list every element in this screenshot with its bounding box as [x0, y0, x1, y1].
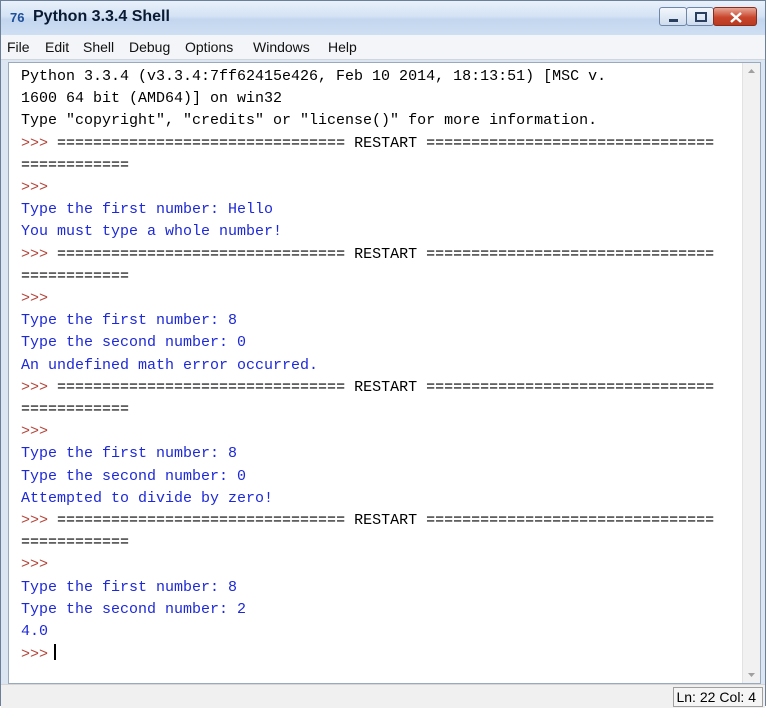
shell-line: 4.0	[21, 623, 49, 640]
shell-line: ============	[21, 534, 130, 552]
shell-prompt-line: >>>	[21, 644, 57, 664]
shell-line: >>> ================================ RES…	[21, 134, 715, 152]
menu-options[interactable]: Options	[185, 39, 233, 55]
idle-shell-window: 76 Python 3.3.4 Shell File Edit Shell De…	[0, 0, 766, 708]
window-title: Python 3.3.4 Shell	[33, 8, 170, 25]
shell-line: You must type a whole number!	[21, 223, 283, 241]
shell-line: >>> ================================ RES…	[21, 378, 715, 396]
line-indicator: Ln: 22	[676, 689, 716, 705]
status-bar: Ln: 22 Col: 4	[1, 684, 765, 708]
title-bar[interactable]: 76 Python 3.3.4 Shell	[1, 1, 765, 36]
shell-line: Type the second number: 0	[21, 467, 247, 485]
close-icon	[730, 12, 742, 23]
menu-help[interactable]: Help	[328, 39, 357, 55]
menu-file[interactable]: File	[7, 39, 30, 55]
menu-debug[interactable]: Debug	[129, 39, 170, 55]
python-app-icon: 76	[10, 9, 30, 27]
shell-line: Type the first number: 8	[21, 578, 238, 596]
maximize-button[interactable]	[686, 7, 714, 26]
shell-prompt-line: >>>	[21, 556, 49, 574]
shell-text-area[interactable]: Python 3.3.4 (v3.3.4:7ff62415e426, Feb 1…	[8, 62, 761, 684]
column-indicator: Col: 4	[719, 689, 756, 705]
menu-shell[interactable]: Shell	[83, 39, 114, 55]
shell-line: Python 3.3.4 (v3.3.4:7ff62415e426, Feb 1…	[21, 68, 607, 85]
shell-prompt-line: >>>	[21, 423, 49, 441]
shell-line: Attempted to divide by zero!	[21, 489, 274, 507]
scroll-up-icon	[748, 69, 755, 73]
vertical-scrollbar[interactable]	[742, 63, 760, 683]
cursor-position: Ln: 22 Col: 4	[673, 687, 763, 707]
shell-line: ============	[21, 156, 130, 174]
shell-line: 1600 64 bit (AMD64)] on win32	[21, 90, 283, 108]
scroll-down-button[interactable]	[743, 666, 760, 683]
minimize-button[interactable]	[659, 7, 687, 26]
menu-windows[interactable]: Windows	[253, 39, 310, 55]
shell-line: >>> ================================ RES…	[21, 512, 715, 529]
shell-line: Type the second number: 0	[21, 334, 247, 352]
shell-line: Type the first number: Hello	[21, 201, 274, 219]
shell-line: An undefined math error occurred.	[21, 356, 319, 374]
shell-prompt-line: >>>	[21, 179, 49, 196]
menu-bar: File Edit Shell Debug Options Windows He…	[1, 35, 765, 60]
text-cursor	[54, 644, 57, 661]
shell-prompt-line: >>>	[21, 290, 49, 307]
shell-line: Type "copyright", "credits" or "license(…	[21, 112, 598, 130]
shell-line: Type the first number: 8	[21, 312, 238, 330]
scroll-down-icon	[748, 673, 755, 677]
python-app-icon-text: 76	[10, 10, 25, 25]
shell-line: ============	[21, 267, 130, 285]
shell-line: Type the second number: 2	[21, 600, 247, 618]
scroll-up-button[interactable]	[743, 63, 760, 80]
shell-line: Type the first number: 8	[21, 445, 238, 463]
close-button[interactable]	[713, 7, 757, 26]
minimize-icon	[669, 19, 678, 22]
shell-line: >>> ================================ RES…	[21, 245, 715, 263]
menu-edit[interactable]: Edit	[45, 39, 69, 55]
shell-line: ============	[21, 401, 130, 418]
window-controls	[659, 7, 757, 27]
maximize-icon	[695, 12, 707, 22]
